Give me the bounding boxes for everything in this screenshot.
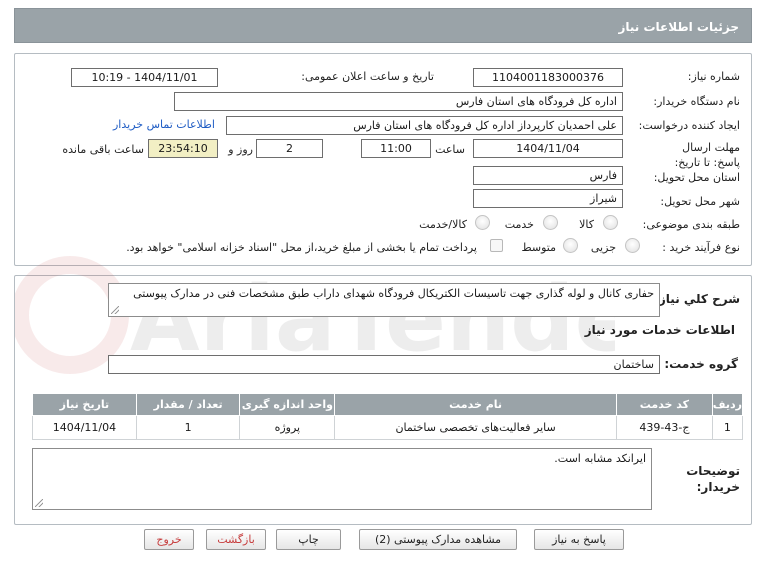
need-number-label: شماره نیاز: [687,70,740,83]
buyer-notes-text: ایرانکد مشابه است. [554,452,646,465]
print-button[interactable]: چاپ [276,529,341,550]
category-goods-radio[interactable] [603,215,618,230]
province-field: فارس [473,166,623,185]
buyer-org-field: اداره کل فرودگاه های استان فارس [174,92,623,111]
summary-text: حفاری کانال و لوله گذاری جهت تاسیسات الک… [133,287,654,300]
category-service-radio[interactable] [543,215,558,230]
announce-date-field: 1404/11/01 - 10:19 [71,68,218,87]
back-button[interactable]: بازگشت [206,529,266,550]
buyer-notes-label: توضیحات خریدار: [686,464,740,494]
cell-quantity: 1 [135,415,241,440]
category-service-label: خدمت [504,218,534,231]
cell-need-date: 1404/11/04 [32,415,137,440]
treasury-payment-checkbox[interactable] [490,239,503,252]
process-medium-radio[interactable] [563,238,578,253]
col-service-code-header: کد خدمت [616,393,713,416]
buyer-contact-link[interactable]: اطلاعات تماس خریدار [113,118,215,131]
remaining-time-field: 23:54:10 [148,139,218,158]
city-field: شیراز [473,189,623,208]
service-group-field: ساختمان [108,355,660,374]
col-unit-header: واحد اندازه گیری [239,393,336,416]
col-need-date-header: تاریخ نیاز [32,393,137,416]
category-goods-label: کالا [579,218,594,231]
need-number-field: 1104001183000376 [473,68,623,87]
city-label: شهر محل تحویل: [660,195,740,208]
requester-label: ایجاد کننده درخواست: [638,119,740,132]
process-partial-label: جزیی [590,241,616,254]
buyer-notes-field: ایرانکد مشابه است. [32,448,652,510]
requester-field: علی احمدیان کارپرداز اداره کل فرودگاه ها… [226,116,623,135]
page-title: جزئیات اطلاعات نیاز [618,20,739,34]
services-table: ردیف کد خدمت نام خدمت واحد اندازه گیری ت… [32,393,744,440]
cell-unit: پروژه [239,415,336,440]
deadline-label: مهلت ارسال پاسخ: تا تاریخ: [674,141,740,169]
process-medium-label: متوسط [521,241,556,254]
category-label: طبقه بندی موضوعی: [642,218,740,231]
col-service-name-header: نام خدمت [334,393,618,416]
announce-date-label: تاریخ و ساعت اعلان عمومی: [301,70,434,83]
process-partial-radio[interactable] [625,238,640,253]
deadline-time-label: ساعت [435,143,465,156]
process-type-label: نوع فرآیند خرید : [662,241,740,254]
buyer-org-label: نام دستگاه خریدار: [653,95,740,108]
days-remaining-field: 2 [256,139,323,158]
respond-button[interactable]: پاسخ به نیاز [534,529,624,550]
deadline-date-field: 1404/11/04 [473,139,623,158]
cell-service-code: ج-43-439 [616,415,713,440]
cell-service-name: سایر فعالیت‌های تخصصی ساختمان [334,415,618,440]
services-heading: اطلاعات خدمات مورد نیاز [584,323,735,337]
summary-field: حفاری کانال و لوله گذاری جهت تاسیسات الک… [108,283,660,317]
resize-grip-icon[interactable] [111,306,119,314]
deadline-time-field: 11:00 [361,139,431,158]
exit-button[interactable]: خروج [144,529,194,550]
service-group-label: گروه خدمت: [664,357,738,371]
view-attachments-button[interactable]: مشاهده مدارک پیوستی (2) [359,529,517,550]
cell-row-number: 1 [711,415,744,440]
table-header-row: ردیف کد خدمت نام خدمت واحد اندازه گیری ت… [32,393,744,416]
table-row[interactable]: 1 ج-43-439 سایر فعالیت‌های تخصصی ساختمان… [32,415,744,440]
category-goods-service-radio[interactable] [475,215,490,230]
col-row-header: ردیف [711,393,744,416]
remaining-time-label: ساعت باقی مانده [62,143,144,156]
treasury-payment-text: پرداخت تمام یا بخشی از مبلغ خرید،از محل … [126,241,477,254]
province-label: استان محل تحویل: [653,171,740,184]
col-quantity-header: تعداد / مقدار [135,393,241,416]
category-goods-service-label: کالا/خدمت [419,218,467,231]
days-label: روز و [228,143,253,156]
resize-grip-icon[interactable] [35,499,43,507]
summary-label: شرح کلي نياز: [654,292,740,306]
page-header: جزئیات اطلاعات نیاز [14,8,752,43]
